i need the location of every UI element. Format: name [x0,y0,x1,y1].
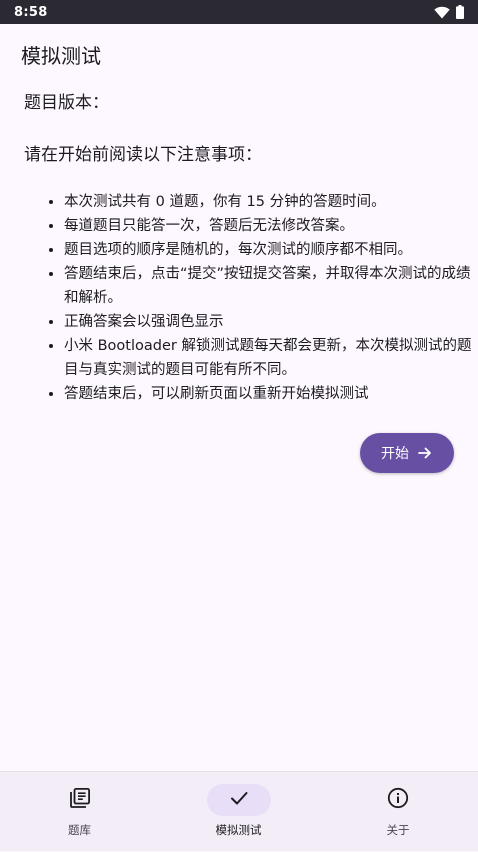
status-bar: 8:58 [0,0,478,24]
list-item: 每道题目只能答一次，答题后无法修改答案。 [64,214,474,238]
notice-heading: 请在开始前阅读以下注意事项： [24,145,262,165]
nav-indicator-active [206,784,271,816]
list-item: 答题结束后，可以刷新页面以重新开始模拟测试 [64,382,474,406]
bottom-navigation: 题库 模拟测试 关于 [0,771,478,851]
status-time: 8:58 [14,4,48,20]
start-button[interactable]: 开始 [360,433,454,473]
rules-list: 本次测试共有 0 道题，你有 15 分钟的答题时间。 每道题目只能答一次，答题后… [40,190,474,406]
nav-item-about[interactable]: 关于 [318,772,478,852]
nav-label: 关于 [386,823,410,837]
battery-icon [456,5,464,19]
start-button-label: 开始 [381,446,409,462]
status-icons [434,5,464,19]
list-item: 本次测试共有 0 道题，你有 15 分钟的答题时间。 [64,190,474,214]
nav-indicator [366,784,430,816]
nav-label: 模拟测试 [215,823,262,837]
list-item: 小米 Bootloader 解锁测试题每天都会更新，本次模拟测试的题目与真实测试… [64,334,474,382]
list-item: 答题结束后，点击“提交”按钮提交答案，并取得本次测试的成绩和解析。 [64,262,474,310]
library-icon [69,787,91,813]
list-item: 正确答案会以强调色显示 [64,310,474,334]
nav-indicator [48,784,112,816]
list-item: 题目选项的顺序是随机的，每次测试的顺序都不相同。 [64,238,474,262]
check-icon [228,787,250,813]
wifi-icon [434,6,450,19]
arrow-right-icon [417,445,433,461]
nav-item-question-bank[interactable]: 题库 [0,772,159,852]
info-icon [387,787,409,813]
question-version-label: 题目版本： [24,93,109,113]
nav-item-mock-test[interactable]: 模拟测试 [159,772,318,852]
nav-label: 题库 [68,823,91,837]
page-title: 模拟测试 [21,44,101,68]
